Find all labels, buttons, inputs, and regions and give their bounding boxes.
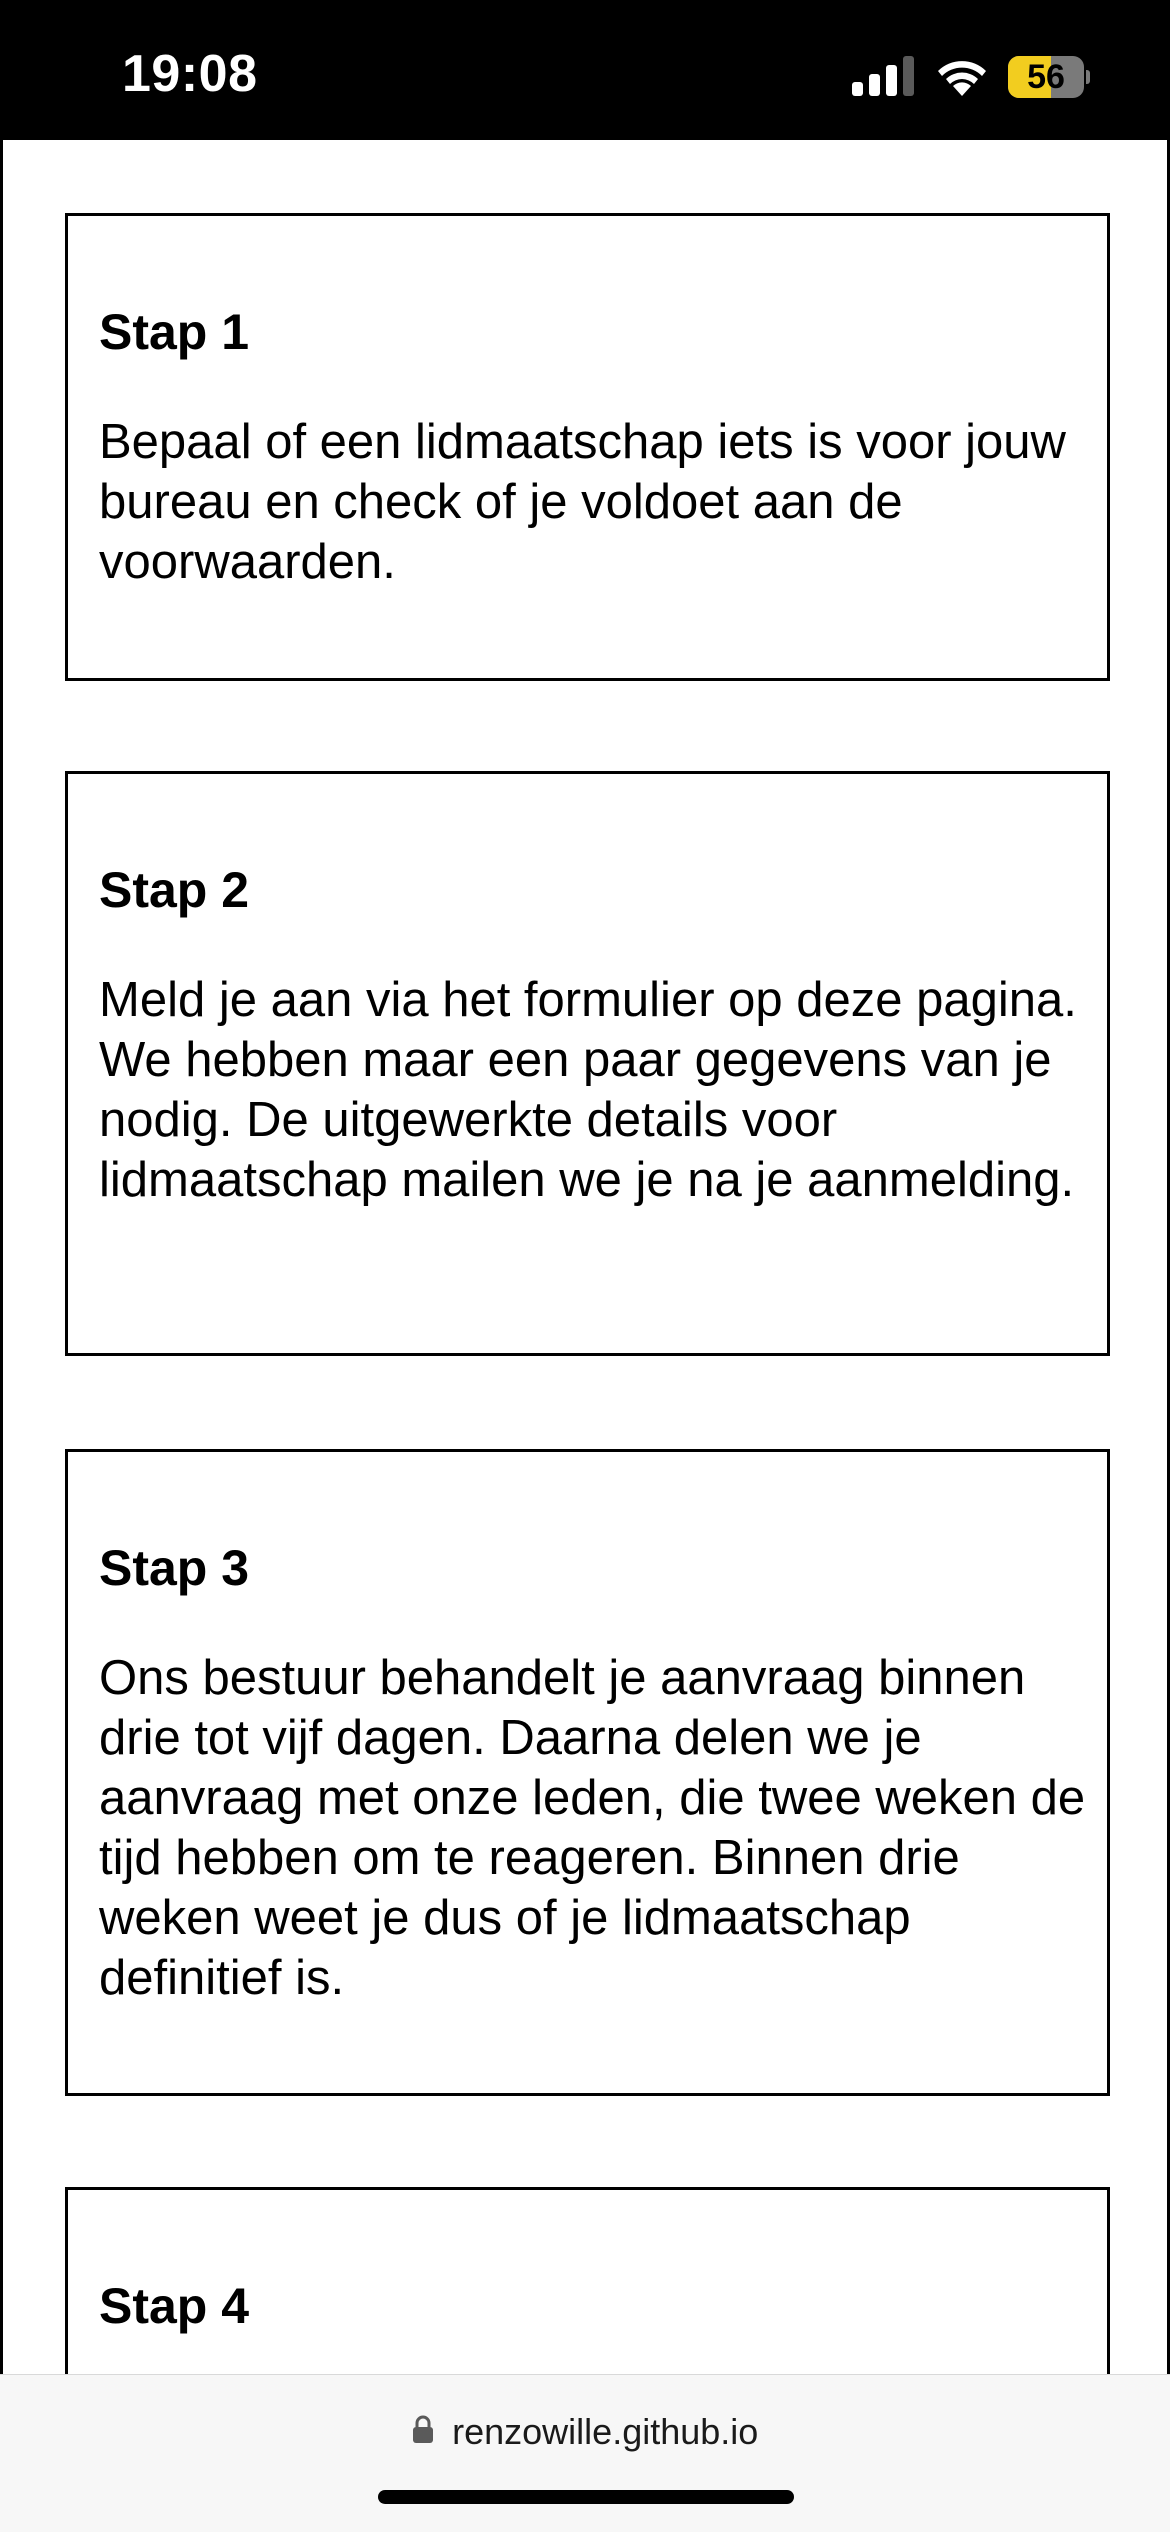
step-text: Ons bestuur behandelt je aanvraag binnen… xyxy=(99,1651,1086,2005)
status-time: 19:08 xyxy=(122,45,258,103)
step-title: Stap 3 xyxy=(99,1540,250,1596)
battery-icon: 56 xyxy=(1008,56,1090,98)
page-content: Stap 1 Bepaal of een lidmaatschap iets i… xyxy=(0,140,1170,2374)
step-card-4: Stap 4 xyxy=(65,2187,1110,2374)
signal-icon xyxy=(852,56,914,96)
home-indicator[interactable] xyxy=(378,2490,794,2504)
wifi-icon xyxy=(938,61,986,96)
status-bar: 19:08 56 xyxy=(0,0,1170,140)
step-title: Stap 1 xyxy=(99,304,250,360)
lock-icon xyxy=(412,2415,433,2443)
step-card-3: Stap 3 Ons bestuur behandelt je aanvraag… xyxy=(65,1449,1110,2096)
step-card-2: Stap 2 Meld je aan via het formulier op … xyxy=(65,771,1110,1356)
step-title: Stap 2 xyxy=(99,862,250,918)
url-field[interactable]: renzowille.github.io xyxy=(0,2409,1170,2455)
battery-level: 56 xyxy=(1027,58,1065,96)
step-text: Bepaal of een lidmaatschap iets is voor … xyxy=(99,415,1066,589)
step-title: Stap 4 xyxy=(99,2278,250,2334)
browser-address-bar[interactable]: renzowille.github.io xyxy=(0,2374,1170,2532)
step-card-1: Stap 1 Bepaal of een lidmaatschap iets i… xyxy=(65,213,1110,681)
step-text: Meld je aan via het formulier op deze pa… xyxy=(99,973,1077,1207)
url-text: renzowille.github.io xyxy=(452,2411,759,2452)
